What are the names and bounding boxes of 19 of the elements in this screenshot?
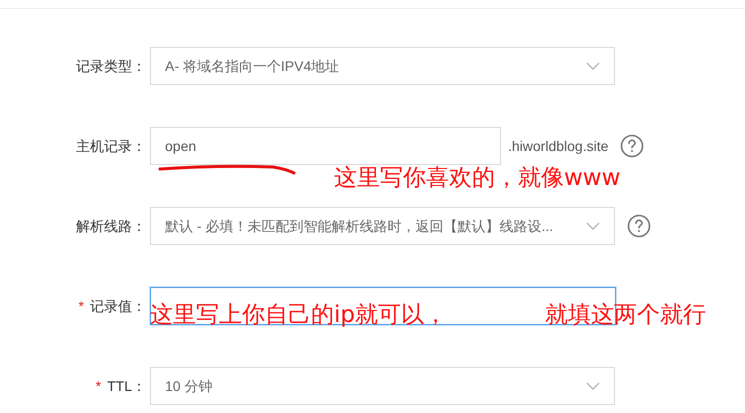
field-label: 记录值： bbox=[90, 296, 146, 316]
required-mark: * bbox=[96, 376, 102, 396]
field-label: 主机记录： bbox=[76, 136, 146, 156]
dropdown[interactable]: 10 分钟 bbox=[150, 367, 615, 405]
chevron-down-icon bbox=[586, 382, 600, 390]
field-label: 记录类型： bbox=[76, 56, 146, 76]
field-label: 解析线路： bbox=[76, 216, 146, 236]
chevron-down-icon bbox=[586, 62, 600, 70]
help-icon[interactable] bbox=[627, 214, 651, 238]
text-field[interactable] bbox=[150, 287, 616, 325]
field-label: TTL： bbox=[107, 376, 146, 396]
text-field[interactable]: open bbox=[150, 127, 501, 165]
dropdown[interactable]: 默认 - 必填！未匹配到智能解析线路时，返回【默认】线路设... bbox=[150, 207, 615, 245]
required-mark: * bbox=[78, 296, 84, 316]
help-icon[interactable] bbox=[620, 134, 644, 158]
dropdown[interactable]: A- 将域名指向一个IPV4地址 bbox=[150, 47, 615, 85]
domain-suffix: .hiworldblog.site bbox=[508, 136, 608, 156]
annotation-text: 这里写你喜欢的，就像www bbox=[334, 164, 620, 193]
chevron-down-icon bbox=[586, 222, 600, 230]
